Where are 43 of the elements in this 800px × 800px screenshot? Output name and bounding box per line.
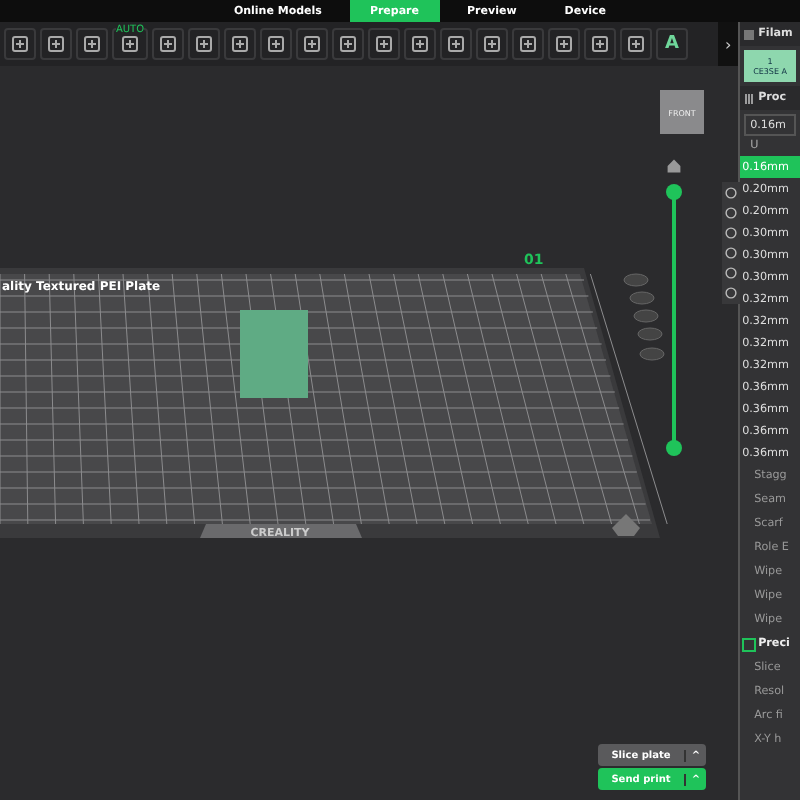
toolbar-button[interactable] — [152, 28, 184, 60]
plus-square-icon — [626, 34, 646, 54]
toolbar-button[interactable] — [4, 28, 36, 60]
plus-square-icon — [194, 34, 214, 54]
toolbar-button[interactable] — [40, 28, 72, 60]
toolbar-button[interactable] — [296, 28, 328, 60]
home-icon[interactable] — [666, 158, 682, 174]
toolbar-button[interactable] — [620, 28, 652, 60]
plus-square-icon — [230, 34, 250, 54]
plus-square-icon — [10, 34, 30, 54]
plus-square-icon — [338, 34, 358, 54]
plus-square-icon — [554, 34, 574, 54]
layer-slider[interactable] — [666, 190, 682, 450]
toolbar-button[interactable] — [440, 28, 472, 60]
plus-square-icon — [158, 34, 178, 54]
more-tools-button[interactable]: › — [718, 22, 739, 66]
plus-square-icon — [46, 34, 66, 54]
filament-icon — [744, 29, 755, 39]
toolbar-button[interactable] — [548, 28, 580, 60]
toolbar-button[interactable] — [260, 28, 292, 60]
plus-square-icon — [410, 34, 430, 54]
text-tool[interactable]: A — [656, 28, 688, 60]
toolbar-button[interactable] — [404, 28, 436, 60]
toolbar-button[interactable] — [76, 28, 108, 60]
plus-square-icon — [302, 34, 322, 54]
plus-square-icon — [120, 34, 140, 54]
plus-square-icon — [446, 34, 466, 54]
pentagon-icon — [612, 514, 640, 536]
toolbar-button[interactable] — [368, 28, 400, 60]
toolbar-button[interactable] — [188, 28, 220, 60]
toolbar-button[interactable] — [512, 28, 544, 60]
toolbar-button[interactable] — [332, 28, 364, 60]
plus-square-icon — [266, 34, 286, 54]
sliders-icon — [744, 93, 755, 103]
plus-square-icon — [374, 34, 394, 54]
plus-square-icon — [518, 34, 538, 54]
toolbar-button[interactable] — [476, 28, 508, 60]
toolbar-button[interactable] — [584, 28, 616, 60]
plus-square-icon — [482, 34, 502, 54]
group-icon — [742, 637, 757, 651]
plus-square-icon — [590, 34, 610, 54]
plus-square-icon — [82, 34, 102, 54]
toolbar-button[interactable] — [224, 28, 256, 60]
